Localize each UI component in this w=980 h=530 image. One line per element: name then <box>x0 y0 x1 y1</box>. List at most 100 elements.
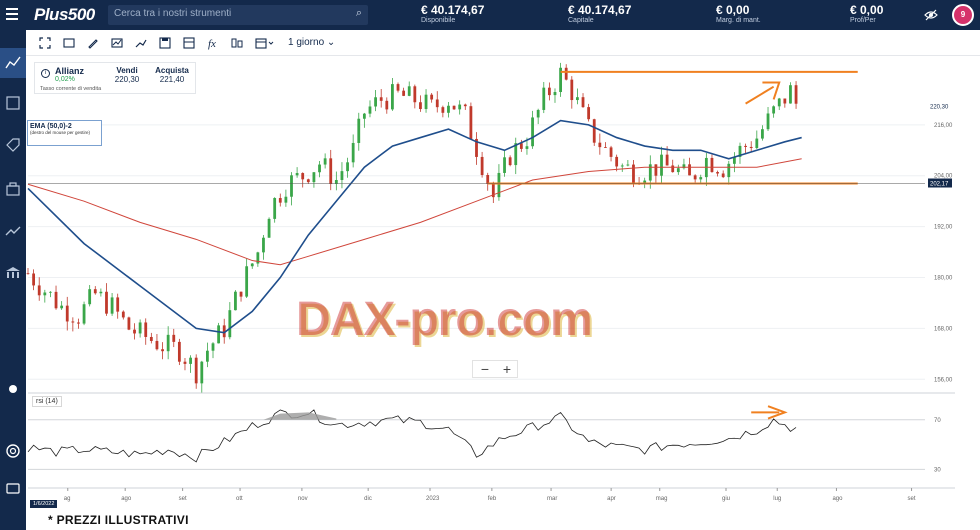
draw-pencil-icon[interactable] <box>86 36 100 50</box>
candle-body <box>144 322 148 337</box>
hide-balance-eye-icon[interactable] <box>924 8 938 22</box>
candle-body <box>458 104 462 110</box>
menu-icon[interactable] <box>6 8 18 20</box>
candle-body <box>508 157 512 166</box>
left-sidebar <box>0 30 26 530</box>
market-icon[interactable] <box>4 94 22 112</box>
timeframe-select[interactable]: 1 giorno ⌄ <box>288 37 335 48</box>
candle-body <box>200 361 204 384</box>
trend-icon[interactable] <box>4 222 22 240</box>
candle-body <box>592 119 596 143</box>
search-input[interactable]: Cerca tra i nostri strumenti ⌕ <box>108 5 368 25</box>
candle-body <box>26 273 30 275</box>
candle-body <box>744 145 747 147</box>
candle-body <box>340 171 344 181</box>
indicators-icon[interactable] <box>110 36 124 50</box>
stat-value: € 0,00 <box>850 3 884 17</box>
candle-body <box>149 336 153 341</box>
candle-body <box>519 143 523 149</box>
candle-body <box>419 102 422 110</box>
rsi-level-label: 70 <box>934 418 941 424</box>
candle-body <box>43 292 47 296</box>
x-tick-label: ott <box>236 496 243 502</box>
account-avatar[interactable]: 9 <box>952 4 974 26</box>
fullscreen-icon[interactable] <box>38 36 52 50</box>
candle-body <box>217 325 221 344</box>
disclaimer: * PREZZI ILLUSTRATIVI <box>48 513 189 527</box>
candle-body <box>273 198 277 219</box>
candle-body <box>671 165 675 173</box>
x-tick-label: 2023 <box>426 496 440 502</box>
candle-body <box>783 98 787 104</box>
candle-body <box>138 322 142 334</box>
candle-body <box>93 289 97 294</box>
ema-hint: (destro del mouse per gestire) <box>30 130 91 135</box>
candle-body <box>155 340 159 350</box>
candle-body <box>441 107 445 113</box>
current-price-tag: 220,30 <box>930 105 949 111</box>
search-icon[interactable]: ⌕ <box>356 7 362 20</box>
marked-price-tag: 202,17 <box>930 181 949 187</box>
compare-icon[interactable] <box>230 36 244 50</box>
stat-margin: € 0,00 Marg. di mant. <box>716 3 761 24</box>
candle-body <box>570 79 574 101</box>
candle-body <box>660 154 663 176</box>
candle-body <box>110 297 114 314</box>
ema-indicator-label[interactable]: EMA (50,0)-2 (destro del mouse per gesti… <box>27 120 102 146</box>
candle-body <box>245 266 249 297</box>
sell-button[interactable]: Vendi 220,30 <box>109 66 145 84</box>
theme-sun-icon[interactable] <box>4 380 22 398</box>
candle-body <box>82 304 86 324</box>
trend-line-icon[interactable] <box>134 36 148 50</box>
candle-body <box>503 157 506 173</box>
candle-body <box>688 164 691 176</box>
candle-body <box>88 289 92 305</box>
candle-body <box>542 87 546 110</box>
candle-body <box>166 334 170 352</box>
x-tick-label: ag <box>64 496 71 502</box>
x-tick-label: apr <box>607 496 616 502</box>
rsi-label[interactable]: rsi (14) <box>32 396 62 407</box>
support-icon[interactable] <box>4 442 22 460</box>
candle-body <box>49 291 52 293</box>
save-icon[interactable] <box>158 36 172 50</box>
candle-body <box>37 285 41 296</box>
zoom-out-button[interactable]: − <box>475 362 495 378</box>
instrument-list-icon[interactable] <box>62 36 76 50</box>
candle-body <box>716 172 719 174</box>
tag-icon[interactable] <box>4 136 22 154</box>
candle-body <box>161 349 164 352</box>
candle-body <box>262 237 265 253</box>
candle-body <box>463 104 467 107</box>
candle-body <box>755 138 759 149</box>
x-tick-label: mar <box>547 496 557 502</box>
y-tick-label: 192,00 <box>934 225 953 231</box>
bank-icon[interactable] <box>4 264 22 282</box>
stat-value: € 0,00 <box>716 3 750 17</box>
chat-icon[interactable] <box>4 480 22 498</box>
candle-body <box>626 164 630 166</box>
candle-body <box>536 109 540 118</box>
candle-body <box>284 196 288 203</box>
candle-body <box>105 291 108 314</box>
ema-label: EMA (50,0)-2 <box>30 123 72 130</box>
sell-price: 220,30 <box>114 75 140 84</box>
candle-body <box>766 113 770 130</box>
buy-button[interactable]: Acquista 221,40 <box>151 66 193 84</box>
briefcase-icon[interactable] <box>4 180 22 198</box>
sell-label: Vendi <box>116 66 138 75</box>
rsi-line <box>27 409 797 463</box>
stat-capitale: € 40.174,67 Capitale <box>568 3 631 24</box>
zoom-in-button[interactable]: + <box>497 362 517 378</box>
info-icon[interactable]: i <box>41 69 50 78</box>
stat-label: Disponibile <box>421 17 456 24</box>
candle-body <box>121 311 125 318</box>
candle-body <box>127 317 131 330</box>
function-icon[interactable]: fx <box>206 36 220 50</box>
chart-line-icon[interactable] <box>4 54 22 72</box>
candle-body <box>553 92 557 96</box>
x-tick-label: set <box>179 496 187 502</box>
calendar-dropdown-icon[interactable] <box>254 36 276 50</box>
template-icon[interactable] <box>182 36 196 50</box>
candle-body <box>267 218 271 238</box>
